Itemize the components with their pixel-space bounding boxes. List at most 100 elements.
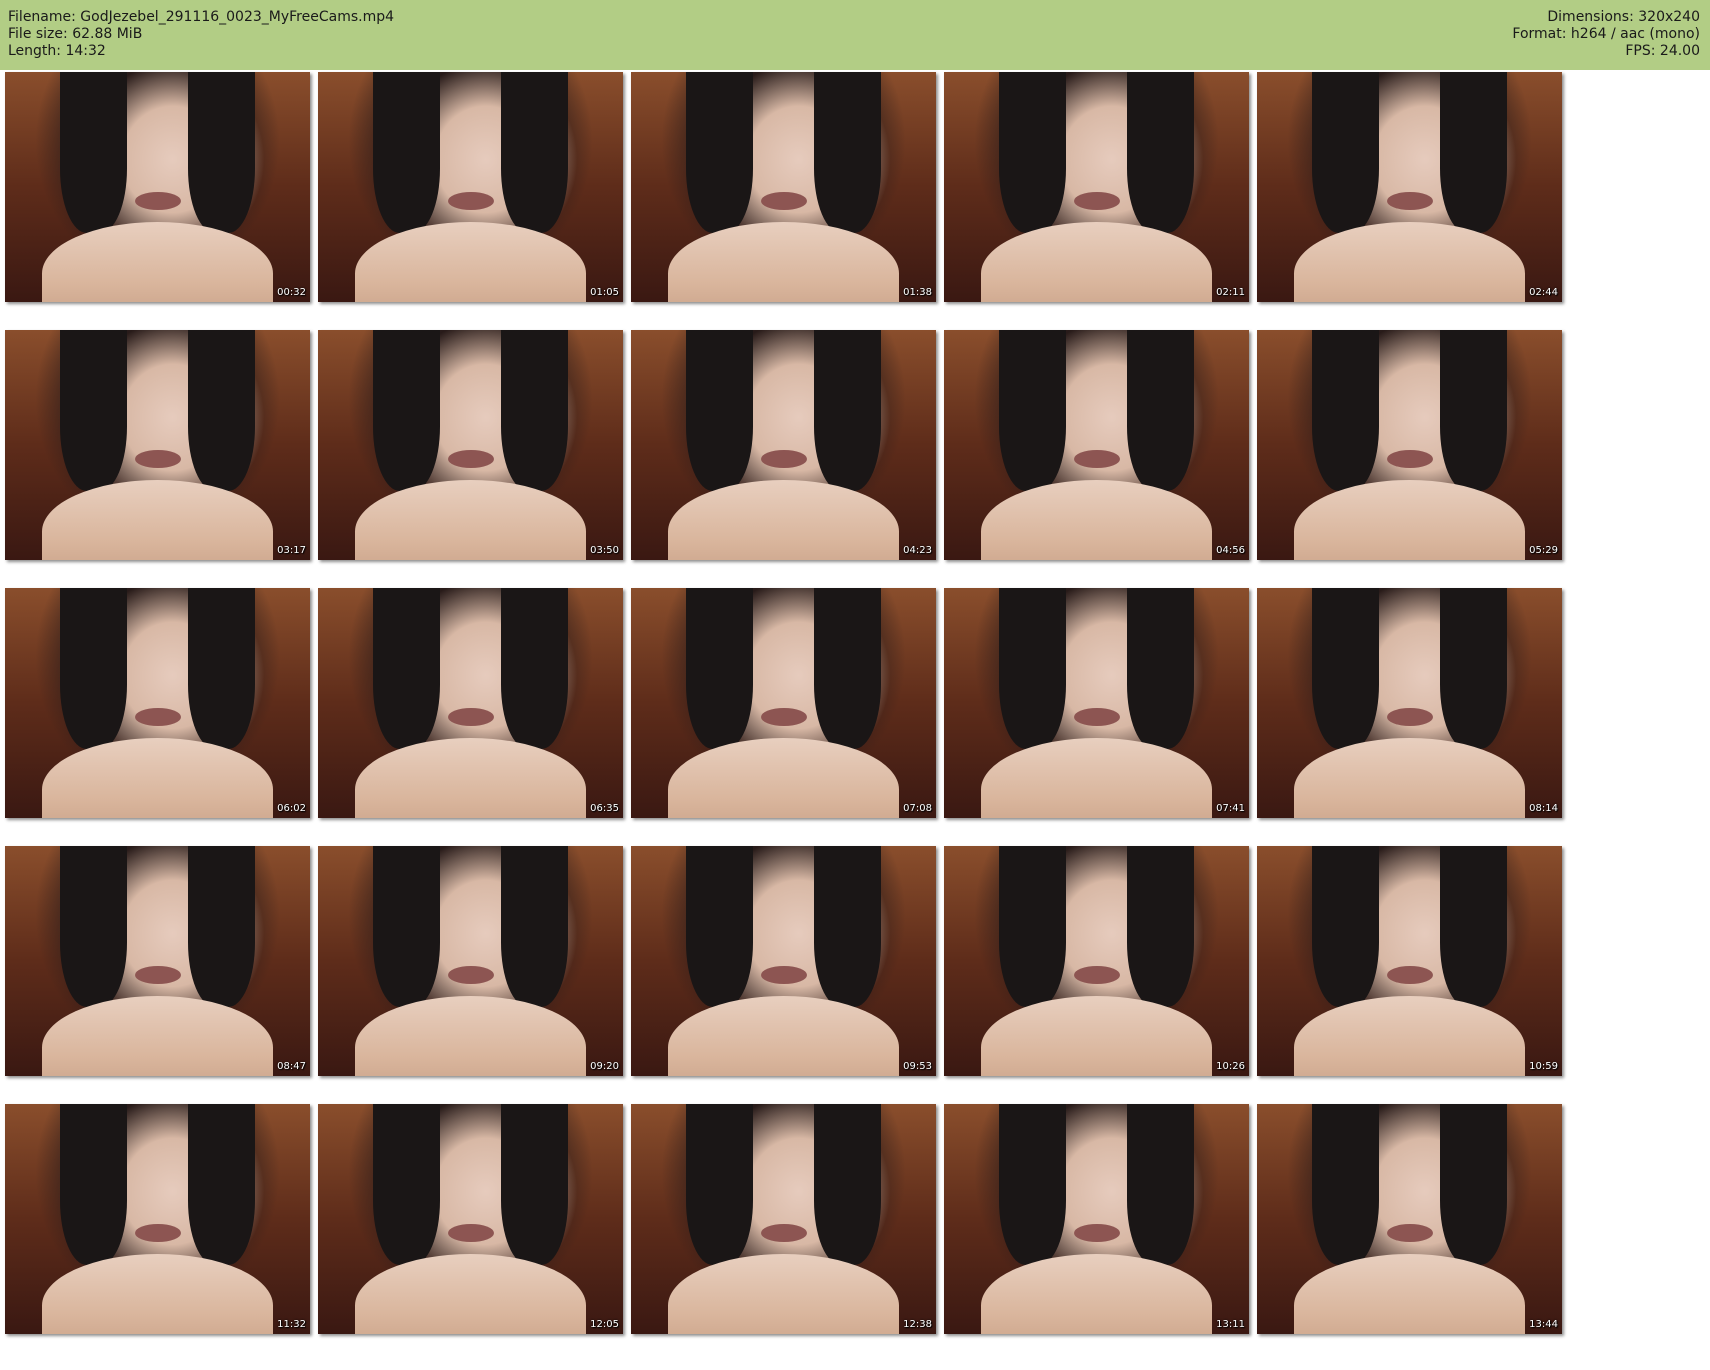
video-thumbnail: 04:23 bbox=[631, 330, 936, 560]
frame-shape bbox=[998, 588, 1066, 749]
frame-shape bbox=[1127, 1104, 1195, 1265]
frame-shape bbox=[814, 72, 882, 233]
video-thumbnail: 07:41 bbox=[944, 588, 1249, 818]
frame-shape bbox=[814, 846, 882, 1007]
video-thumbnail: 01:05 bbox=[318, 72, 623, 302]
timestamp-label: 13:44 bbox=[1529, 1319, 1558, 1330]
frame-shape bbox=[188, 72, 256, 233]
video-thumbnail: 06:02 bbox=[5, 588, 310, 818]
video-thumbnail: 13:44 bbox=[1257, 1104, 1562, 1334]
timestamp-label: 09:20 bbox=[590, 1061, 619, 1072]
video-thumbnail: 10:59 bbox=[1257, 846, 1562, 1076]
timestamp-label: 03:17 bbox=[277, 545, 306, 556]
video-thumbnail: 05:29 bbox=[1257, 330, 1562, 560]
timestamp-label: 07:08 bbox=[903, 803, 932, 814]
timestamp-label: 03:50 bbox=[590, 545, 619, 556]
frame-shape bbox=[1440, 588, 1508, 749]
frame-shape bbox=[1073, 1223, 1120, 1242]
timestamp-label: 04:56 bbox=[1216, 545, 1245, 556]
timestamp-label: 07:41 bbox=[1216, 803, 1245, 814]
frame-shape bbox=[447, 1223, 494, 1242]
frame-shape bbox=[685, 330, 753, 491]
frame-shape bbox=[998, 1104, 1066, 1265]
video-thumbnail: 08:14 bbox=[1257, 588, 1562, 818]
timestamp-label: 12:38 bbox=[903, 1319, 932, 1330]
frame-shape bbox=[501, 588, 569, 749]
frame-shape bbox=[1386, 449, 1433, 468]
video-thumbnail: 09:53 bbox=[631, 846, 936, 1076]
video-thumbnail: 00:32 bbox=[5, 72, 310, 302]
video-thumbnail: 08:47 bbox=[5, 846, 310, 1076]
filesize-text: File size: 62.88 MiB bbox=[8, 26, 143, 42]
frame-shape bbox=[1386, 707, 1433, 726]
frame-shape bbox=[59, 330, 127, 491]
frame-shape bbox=[501, 1104, 569, 1265]
filename-text: Filename: GodJezebel_291116_0023_MyFreeC… bbox=[8, 9, 395, 25]
frame-shape bbox=[188, 588, 256, 749]
frame-shape bbox=[1127, 588, 1195, 749]
timestamp-label: 05:29 bbox=[1529, 545, 1558, 556]
video-thumbnail: 02:11 bbox=[944, 72, 1249, 302]
timestamp-label: 10:59 bbox=[1529, 1061, 1558, 1072]
frame-shape bbox=[760, 1223, 807, 1242]
frame-shape bbox=[372, 1104, 440, 1265]
timestamp-label: 00:32 bbox=[277, 287, 306, 298]
frame-shape bbox=[1311, 72, 1379, 233]
frame-shape bbox=[134, 965, 181, 984]
frame-shape bbox=[501, 330, 569, 491]
video-thumbnail: 03:50 bbox=[318, 330, 623, 560]
frame-shape bbox=[59, 588, 127, 749]
timestamp-label: 09:53 bbox=[903, 1061, 932, 1072]
video-thumbnail: 12:05 bbox=[318, 1104, 623, 1334]
video-thumbnail: 07:08 bbox=[631, 588, 936, 818]
timestamp-label: 01:05 bbox=[590, 287, 619, 298]
frame-shape bbox=[998, 846, 1066, 1007]
timestamp-label: 10:26 bbox=[1216, 1061, 1245, 1072]
frame-shape bbox=[1073, 965, 1120, 984]
fps-text: FPS: 24.00 bbox=[1625, 43, 1700, 59]
frame-shape bbox=[814, 1104, 882, 1265]
frame-shape bbox=[1440, 72, 1508, 233]
frame-shape bbox=[760, 449, 807, 468]
timestamp-label: 12:05 bbox=[590, 1319, 619, 1330]
video-thumbnail: 02:44 bbox=[1257, 72, 1562, 302]
dimensions-text: Dimensions: 320x240 bbox=[1547, 9, 1700, 25]
frame-shape bbox=[1311, 1104, 1379, 1265]
frame-shape bbox=[685, 1104, 753, 1265]
frame-shape bbox=[1440, 846, 1508, 1007]
file-info-right: Dimensions: 320x240 Format: h264 / aac (… bbox=[1512, 9, 1700, 60]
frame-shape bbox=[134, 191, 181, 210]
video-thumbnail: 03:17 bbox=[5, 330, 310, 560]
frame-shape bbox=[372, 588, 440, 749]
frame-shape bbox=[1440, 1104, 1508, 1265]
frame-shape bbox=[447, 707, 494, 726]
frame-shape bbox=[188, 330, 256, 491]
frame-shape bbox=[188, 1104, 256, 1265]
timestamp-label: 06:35 bbox=[590, 803, 619, 814]
frame-shape bbox=[1073, 191, 1120, 210]
frame-shape bbox=[1440, 330, 1508, 491]
timestamp-label: 13:11 bbox=[1216, 1319, 1245, 1330]
timestamp-label: 02:44 bbox=[1529, 287, 1558, 298]
frame-shape bbox=[1311, 846, 1379, 1007]
frame-shape bbox=[760, 707, 807, 726]
frame-shape bbox=[1311, 330, 1379, 491]
timestamp-label: 06:02 bbox=[277, 803, 306, 814]
frame-shape bbox=[1127, 330, 1195, 491]
file-info-left: Filename: GodJezebel_291116_0023_MyFreeC… bbox=[8, 9, 394, 60]
frame-shape bbox=[1127, 72, 1195, 233]
frame-shape bbox=[1127, 846, 1195, 1007]
frame-shape bbox=[134, 449, 181, 468]
timestamp-label: 08:47 bbox=[277, 1061, 306, 1072]
frame-shape bbox=[760, 191, 807, 210]
frame-shape bbox=[59, 846, 127, 1007]
frame-shape bbox=[372, 72, 440, 233]
frame-shape bbox=[1073, 449, 1120, 468]
video-thumbnail: 11:32 bbox=[5, 1104, 310, 1334]
thumbnail-grid: 00:32 01:05 01:38 02:11 02:44 03:17 03:50 04:23… bbox=[0, 70, 1710, 1370]
timestamp-label: 11:32 bbox=[277, 1319, 306, 1330]
length-text: Length: 14:32 bbox=[8, 43, 106, 59]
frame-shape bbox=[59, 72, 127, 233]
frame-shape bbox=[760, 965, 807, 984]
video-thumbnail: 10:26 bbox=[944, 846, 1249, 1076]
